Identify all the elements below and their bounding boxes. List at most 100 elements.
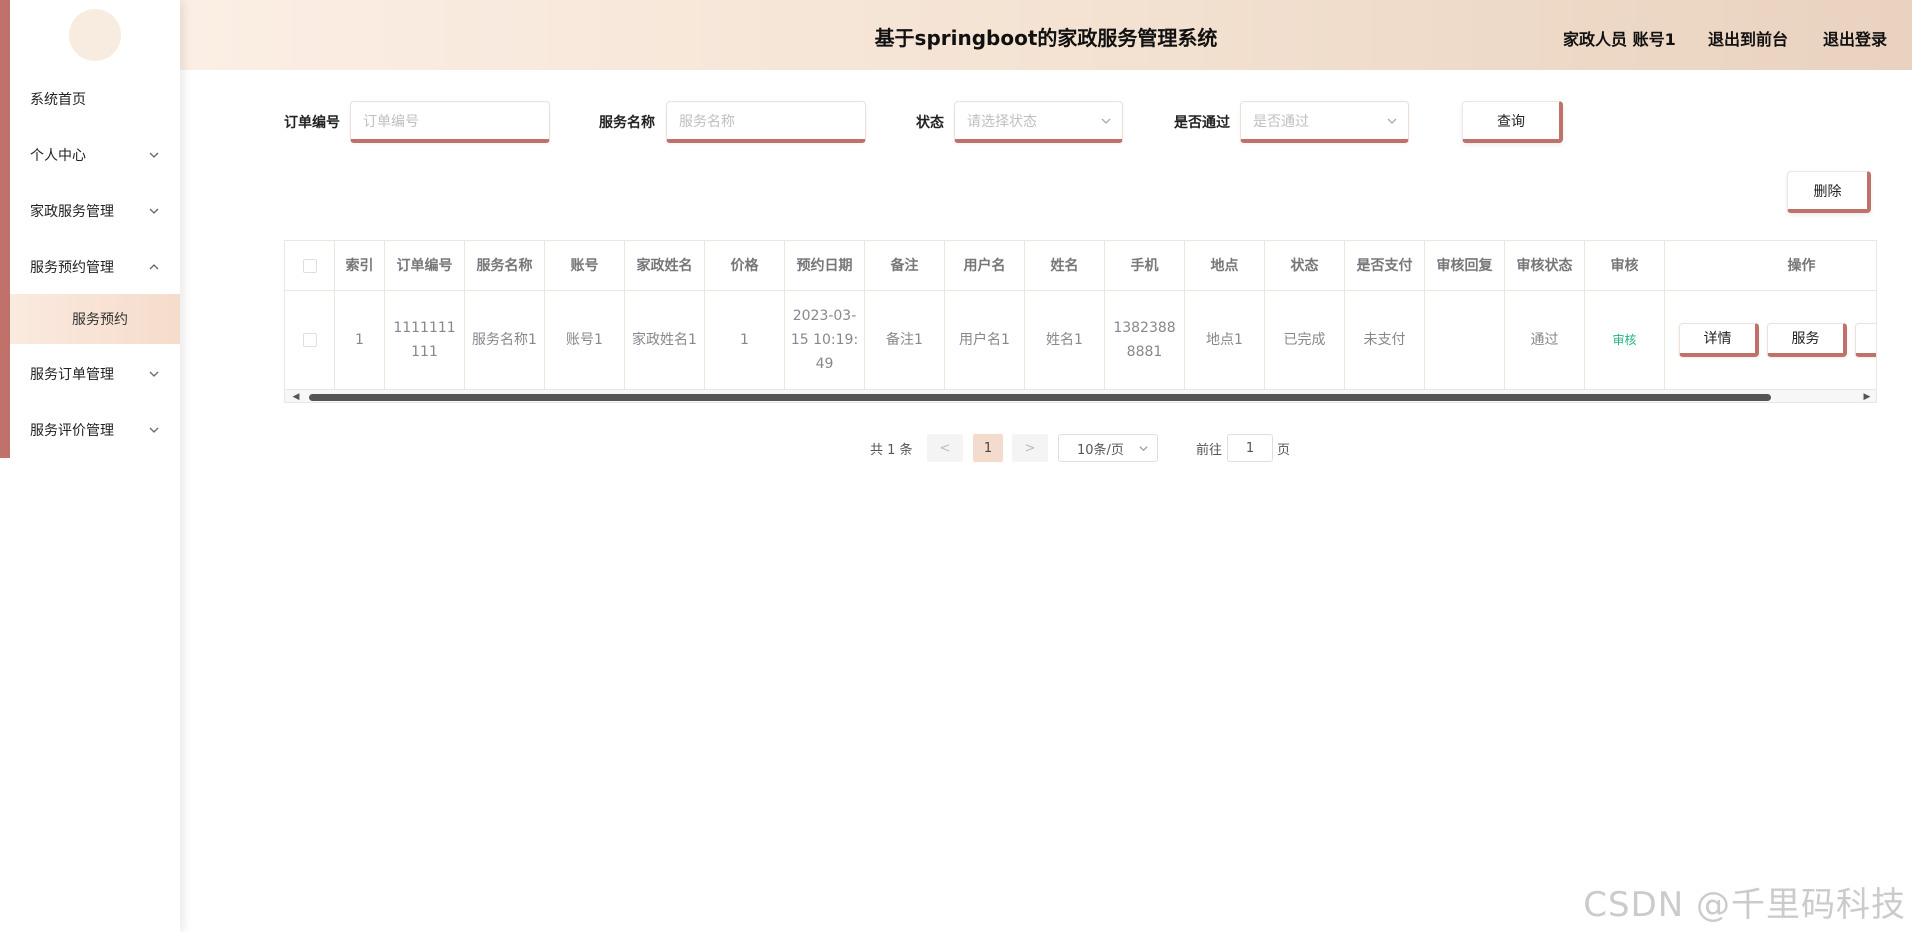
chevron-down-icon	[1100, 115, 1112, 127]
service-name-placeholder: 服务名称	[679, 113, 735, 130]
sidebar-item-booking-manage[interactable]: 服务预约管理	[10, 239, 180, 295]
chevron-down-icon	[148, 368, 160, 380]
chevron-down-icon	[1386, 115, 1398, 127]
audit-link[interactable]: 审核	[1612, 328, 1636, 352]
column-header: 订单编号	[385, 241, 465, 290]
chevron-up-icon	[148, 261, 160, 273]
cell-staff: 家政姓名1	[625, 291, 705, 389]
goto-page-input[interactable]: 1	[1227, 434, 1273, 462]
chevron-down-icon	[148, 149, 160, 161]
status-placeholder: 请选择状态	[967, 113, 1037, 130]
page-number-current[interactable]: 1	[973, 434, 1003, 462]
table-header-row: 索引 订单编号 服务名称 账号 家政姓名 价格 预约日期 备注 用户名 姓名 手…	[285, 241, 1876, 291]
order-no-label: 订单编号	[284, 115, 340, 131]
cell-username: 用户名1	[945, 291, 1025, 389]
pass-label: 是否通过	[1174, 115, 1230, 131]
sidebar: 系统首页 个人中心 家政服务管理 服务预约管理 服务预约 服务订单管理 服务评价…	[0, 0, 180, 932]
column-header: 索引	[335, 241, 385, 290]
cell-paid: 未支付	[1345, 291, 1425, 389]
service-name-input[interactable]: 服务名称	[666, 101, 866, 143]
column-header: 地点	[1185, 241, 1265, 290]
cell-name: 姓名1	[1025, 291, 1105, 389]
cell-actions: 详情 服务	[1665, 291, 1876, 389]
page-size-select[interactable]: 10条/页	[1058, 434, 1158, 462]
exit-to-front-link[interactable]: 退出到前台	[1708, 26, 1788, 50]
chevron-down-icon	[148, 424, 160, 436]
prev-page-button[interactable]: <	[927, 434, 963, 462]
logout-link[interactable]: 退出登录	[1823, 26, 1887, 50]
query-button[interactable]: 查询	[1462, 101, 1563, 143]
booking-table: 索引 订单编号 服务名称 账号 家政姓名 价格 预约日期 备注 用户名 姓名 手…	[284, 240, 1877, 403]
row-select-cell	[285, 291, 335, 389]
sidebar-item-service-manage[interactable]: 家政服务管理	[10, 183, 180, 239]
column-header: 用户名	[945, 241, 1025, 290]
sidebar-item-home[interactable]: 系统首页	[10, 71, 180, 127]
sidebar-item-personal-center[interactable]: 个人中心	[10, 127, 180, 183]
cell-phone: 13823888881	[1105, 291, 1185, 389]
column-header: 备注	[865, 241, 945, 290]
detail-button[interactable]: 详情	[1679, 323, 1759, 357]
goto-label: 前往	[1196, 443, 1223, 458]
scroll-right-icon[interactable]: ▶	[1862, 392, 1872, 402]
column-header: 价格	[705, 241, 785, 290]
column-header: 操作	[1787, 257, 1816, 274]
sidebar-item-label: 服务评价管理	[30, 423, 114, 439]
cell-index: 1	[335, 291, 385, 389]
service-button[interactable]: 服务	[1767, 323, 1847, 357]
sidebar-item-label: 服务订单管理	[30, 367, 114, 383]
column-header: 姓名	[1025, 241, 1105, 290]
cell-place: 地点1	[1185, 291, 1265, 389]
cell-price: 1	[705, 291, 785, 389]
column-header: 手机	[1105, 241, 1185, 290]
sidebar-subitem-label: 服务预约	[72, 312, 128, 328]
sidebar-accent-bar	[0, 0, 10, 458]
sidebar-item-label: 个人中心	[30, 148, 86, 164]
sidebar-item-label: 服务预约管理	[30, 260, 114, 276]
cell-remark: 备注1	[865, 291, 945, 389]
column-header: 是否支付	[1345, 241, 1425, 290]
current-user: 家政人员 账号1	[1563, 30, 1676, 49]
order-no-input[interactable]: 订单编号	[350, 101, 550, 143]
delete-button[interactable]: 删除	[1787, 171, 1871, 213]
sidebar-subitem-booking[interactable]: 服务预约	[10, 294, 180, 344]
cell-order-no: 1111111111	[385, 291, 465, 389]
column-header: 预约日期	[785, 241, 865, 290]
select-all-checkbox[interactable]	[302, 258, 317, 273]
cell-audit-status: 通过	[1505, 291, 1585, 389]
status-label: 状态	[916, 115, 944, 131]
column-header: 状态	[1265, 241, 1345, 290]
order-no-placeholder: 订单编号	[363, 113, 419, 130]
chevron-down-icon	[1138, 443, 1149, 454]
scroll-left-icon[interactable]: ◀	[291, 392, 301, 402]
chevron-down-icon	[148, 205, 160, 217]
pass-placeholder: 是否通过	[1253, 113, 1309, 130]
column-header: 审核状态	[1505, 241, 1585, 290]
horizontal-scrollbar[interactable]: ◀ ▶	[285, 389, 1876, 402]
column-header: 家政姓名	[625, 241, 705, 290]
sidebar-item-label: 家政服务管理	[30, 204, 114, 220]
cell-reply	[1425, 291, 1505, 389]
column-header: 审核	[1585, 241, 1665, 290]
next-page-button[interactable]: >	[1012, 434, 1048, 462]
row-checkbox[interactable]	[302, 333, 317, 347]
cell-service: 服务名称1	[465, 291, 545, 389]
status-select[interactable]: 请选择状态	[954, 101, 1123, 143]
cell-status: 已完成	[1265, 291, 1345, 389]
column-header: 账号	[545, 241, 625, 290]
cell-date: 2023-03-15 10:19:49	[785, 291, 865, 389]
pass-select[interactable]: 是否通过	[1240, 101, 1409, 143]
watermark: CSDN @千里码科技	[1583, 885, 1906, 925]
table-row: 1 1111111111 服务名称1 账号1 家政姓名1 1 2023-03-1…	[285, 291, 1876, 389]
page-size-value: 10条/页	[1077, 442, 1124, 458]
service-name-label: 服务名称	[599, 115, 655, 131]
pagination-total: 共 1 条	[870, 443, 913, 458]
sidebar-item-order-manage[interactable]: 服务订单管理	[10, 346, 180, 402]
more-action-button[interactable]	[1855, 323, 1876, 357]
cell-audit: 审核	[1585, 291, 1665, 389]
scrollbar-thumb[interactable]	[309, 394, 1771, 401]
select-all-cell	[285, 241, 335, 290]
cell-account: 账号1	[545, 291, 625, 389]
sidebar-item-label: 系统首页	[30, 92, 86, 108]
sidebar-item-review-manage[interactable]: 服务评价管理	[10, 402, 180, 458]
avatar[interactable]	[69, 9, 121, 61]
